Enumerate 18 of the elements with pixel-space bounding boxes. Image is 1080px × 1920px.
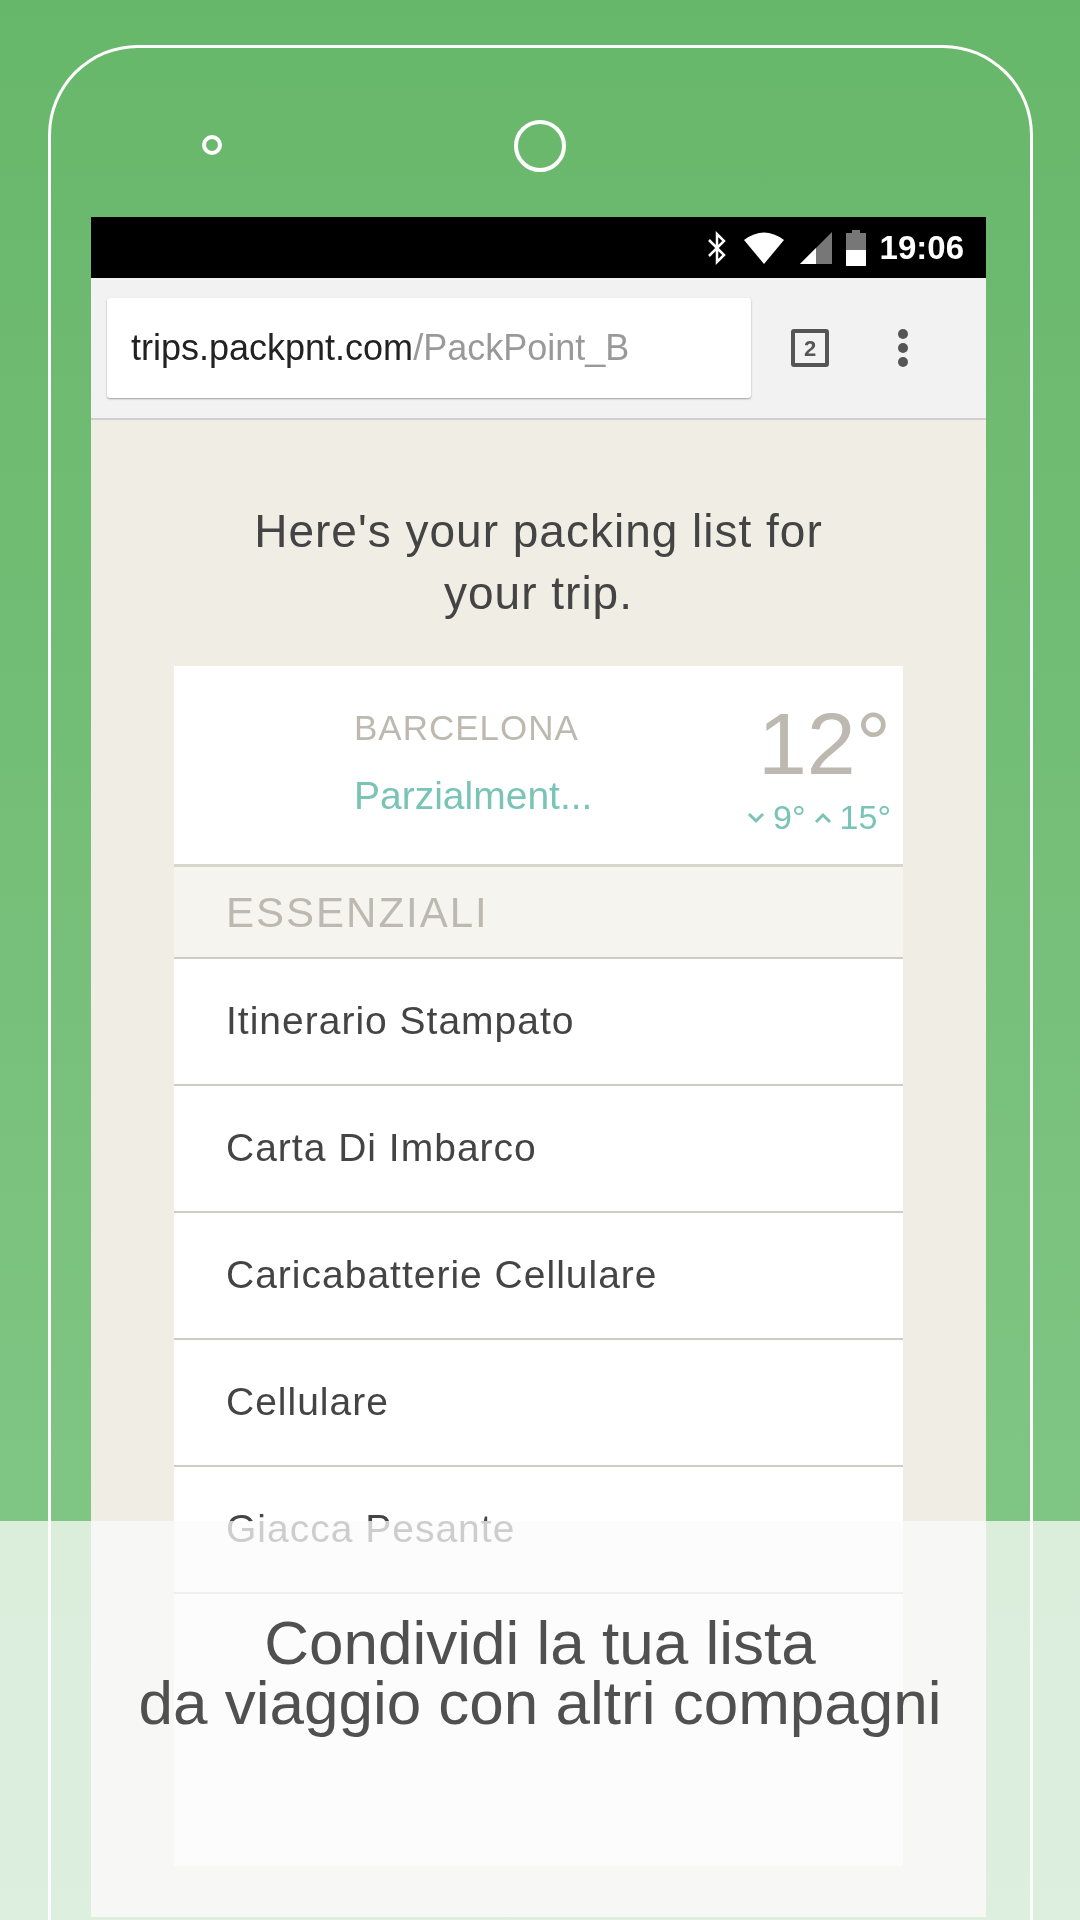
low-temperature: 9° — [773, 797, 806, 838]
chevron-up-icon — [813, 811, 832, 824]
bluetooth-icon — [705, 230, 728, 265]
battery-icon — [845, 229, 866, 266]
high-temperature: 15° — [839, 797, 891, 838]
temperature: 12° — [757, 702, 891, 786]
url-field[interactable]: trips.packpnt.com/PackPoint_B — [107, 298, 751, 398]
section-title: ESSENZIALI — [226, 887, 489, 938]
camera-icon — [514, 120, 566, 172]
page-heading: Here's your packing list for your trip. — [253, 504, 824, 621]
status-time: 19:06 — [879, 227, 964, 268]
weather-condition: Parzialment... — [354, 772, 593, 819]
signal-icon — [799, 231, 832, 264]
city-name: BARCELONA — [354, 707, 580, 749]
chevron-down-icon — [747, 811, 766, 824]
more-menu-icon[interactable] — [897, 328, 909, 368]
tab-count-button[interactable]: 2 — [791, 329, 829, 367]
wifi-icon — [741, 230, 786, 265]
